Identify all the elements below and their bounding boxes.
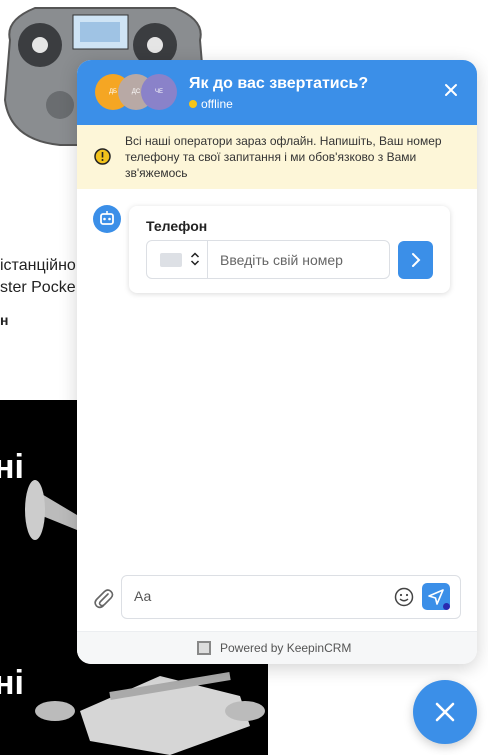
powered-by-text: Powered by KeepinCRM	[220, 641, 352, 655]
chat-widget: ДБ ДС ЧЕ Як до вас звертатись? offline В…	[77, 60, 477, 664]
product-name-line-2: ster Pocke	[0, 279, 76, 296]
bot-avatar	[93, 205, 121, 233]
close-icon	[435, 702, 455, 722]
paperclip-icon[interactable]	[92, 586, 114, 610]
product-name-line-1: істанційно	[0, 257, 76, 274]
chat-toggle-button[interactable]	[413, 680, 477, 744]
phone-form-card: Телефон	[129, 206, 450, 293]
product-price: н	[0, 312, 9, 328]
status-dot-icon	[189, 100, 197, 108]
operator-status: offline	[189, 97, 233, 111]
message-field	[121, 575, 461, 619]
close-icon[interactable]	[443, 82, 459, 98]
chevron-updown-icon	[190, 252, 200, 266]
phone-input[interactable]	[209, 241, 389, 278]
banner-drone-1: ні	[0, 400, 77, 616]
phone-submit-button[interactable]	[398, 241, 433, 279]
message-input[interactable]	[134, 584, 384, 608]
operator-avatar-3: ЧЕ	[141, 74, 177, 110]
send-button[interactable]	[422, 583, 450, 610]
robot-icon	[100, 211, 114, 225]
phone-field	[146, 240, 390, 279]
chevron-right-icon	[412, 253, 421, 267]
status-label: offline	[201, 97, 233, 111]
send-indicator-dot	[443, 603, 450, 610]
offline-notice: Всі наші оператори зараз офлайн. Напишіт…	[77, 125, 477, 189]
flag-icon	[160, 253, 182, 267]
emoji-icon[interactable]	[394, 587, 414, 607]
phone-label: Телефон	[146, 218, 208, 234]
chat-title: Як до вас звертатись?	[189, 75, 369, 92]
warning-icon	[94, 148, 111, 165]
chat-header: ДБ ДС ЧЕ Як до вас звертатись? offline	[77, 60, 477, 125]
powered-by[interactable]: Powered by KeepinCRM	[197, 641, 351, 655]
country-code-select[interactable]	[147, 241, 208, 278]
keepincrm-logo-icon	[197, 641, 211, 655]
chat-footer: Powered by KeepinCRM	[77, 631, 477, 664]
notice-text: Всі наші оператори зараз офлайн. Напишіт…	[125, 134, 442, 180]
